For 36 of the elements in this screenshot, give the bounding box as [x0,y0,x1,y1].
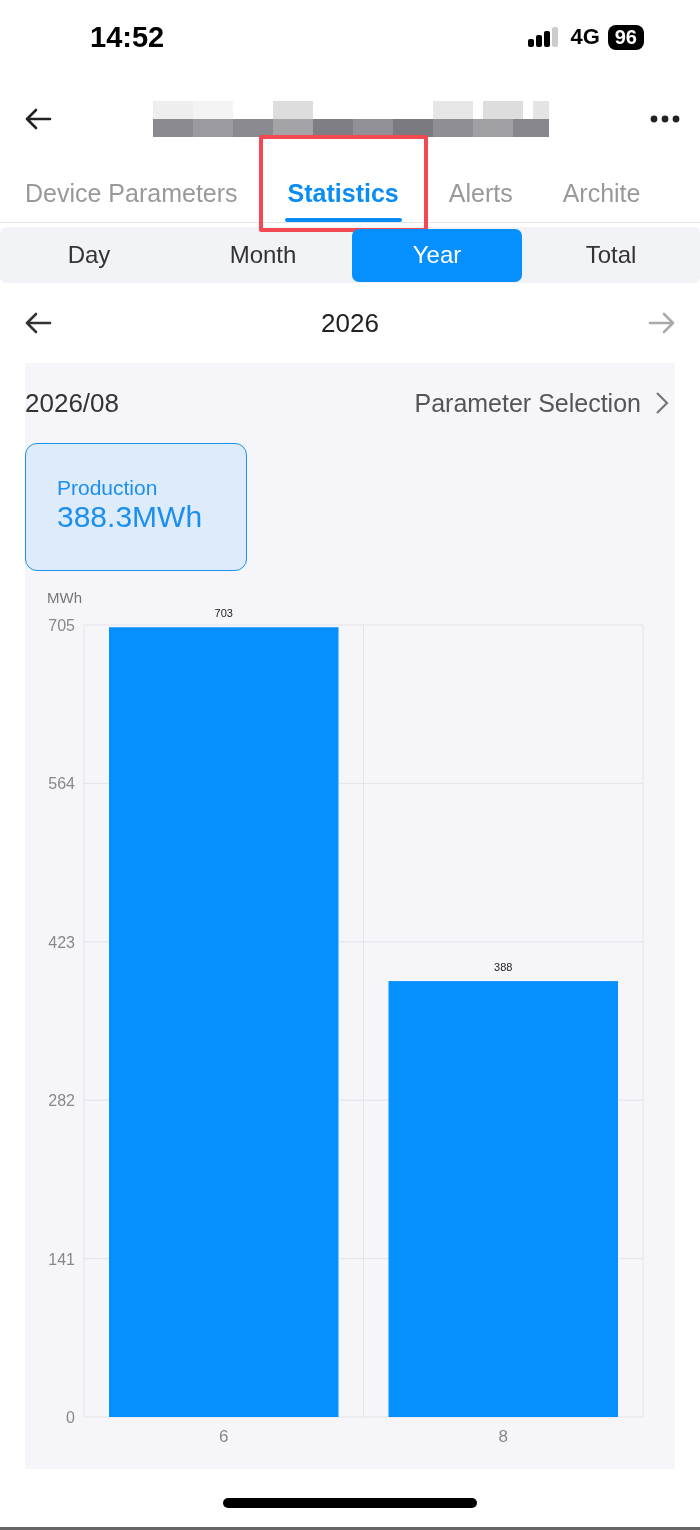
period-label: 2026 [321,307,379,339]
metric-card[interactable]: Production 388.3MWh [25,443,247,571]
parameter-selection-link[interactable]: Parameter Selection [414,388,675,418]
period-option[interactable]: Day [4,228,174,282]
x-tick-label: 8 [498,1427,508,1446]
metric-label: Production [57,476,158,500]
more-button[interactable] [650,115,680,123]
period-option[interactable]: Year [352,228,522,282]
y-tick-label: 705 [48,617,75,634]
chevron-icon [655,391,669,415]
back-button[interactable] [24,108,52,130]
tab[interactable]: Archite [537,164,666,222]
y-tick-label: 423 [48,933,75,951]
card-date: 2026/08 [25,387,119,419]
battery-level: 96 [607,24,644,50]
back-arrow-icon [24,108,52,130]
status-time: 14:52 [90,20,165,54]
tab[interactable]: Alerts [423,164,538,222]
y-tick-label: 282 [48,1092,75,1110]
network-type: 4G [570,24,600,50]
bar-value-label: 388 [494,961,513,974]
axis-unit: MWh [47,589,82,606]
left-arrow-icon [24,312,52,334]
bar-value-label: 703 [214,607,233,620]
period-option[interactable]: Total [526,228,696,282]
metric-value: 388.3MWh [57,500,203,534]
tab[interactable]: Device Parameters [0,164,263,222]
right-arrow-icon [648,312,676,334]
y-tick-label: 141 [48,1250,75,1268]
y-tick-label: 0 [66,1409,75,1426]
more-icon [650,115,680,123]
period-option[interactable]: Month [178,228,348,282]
y-tick-label: 564 [48,775,75,793]
tab[interactable]: Statistics [262,164,424,222]
x-tick-label: 6 [219,1427,229,1446]
previous-button[interactable] [24,312,52,334]
